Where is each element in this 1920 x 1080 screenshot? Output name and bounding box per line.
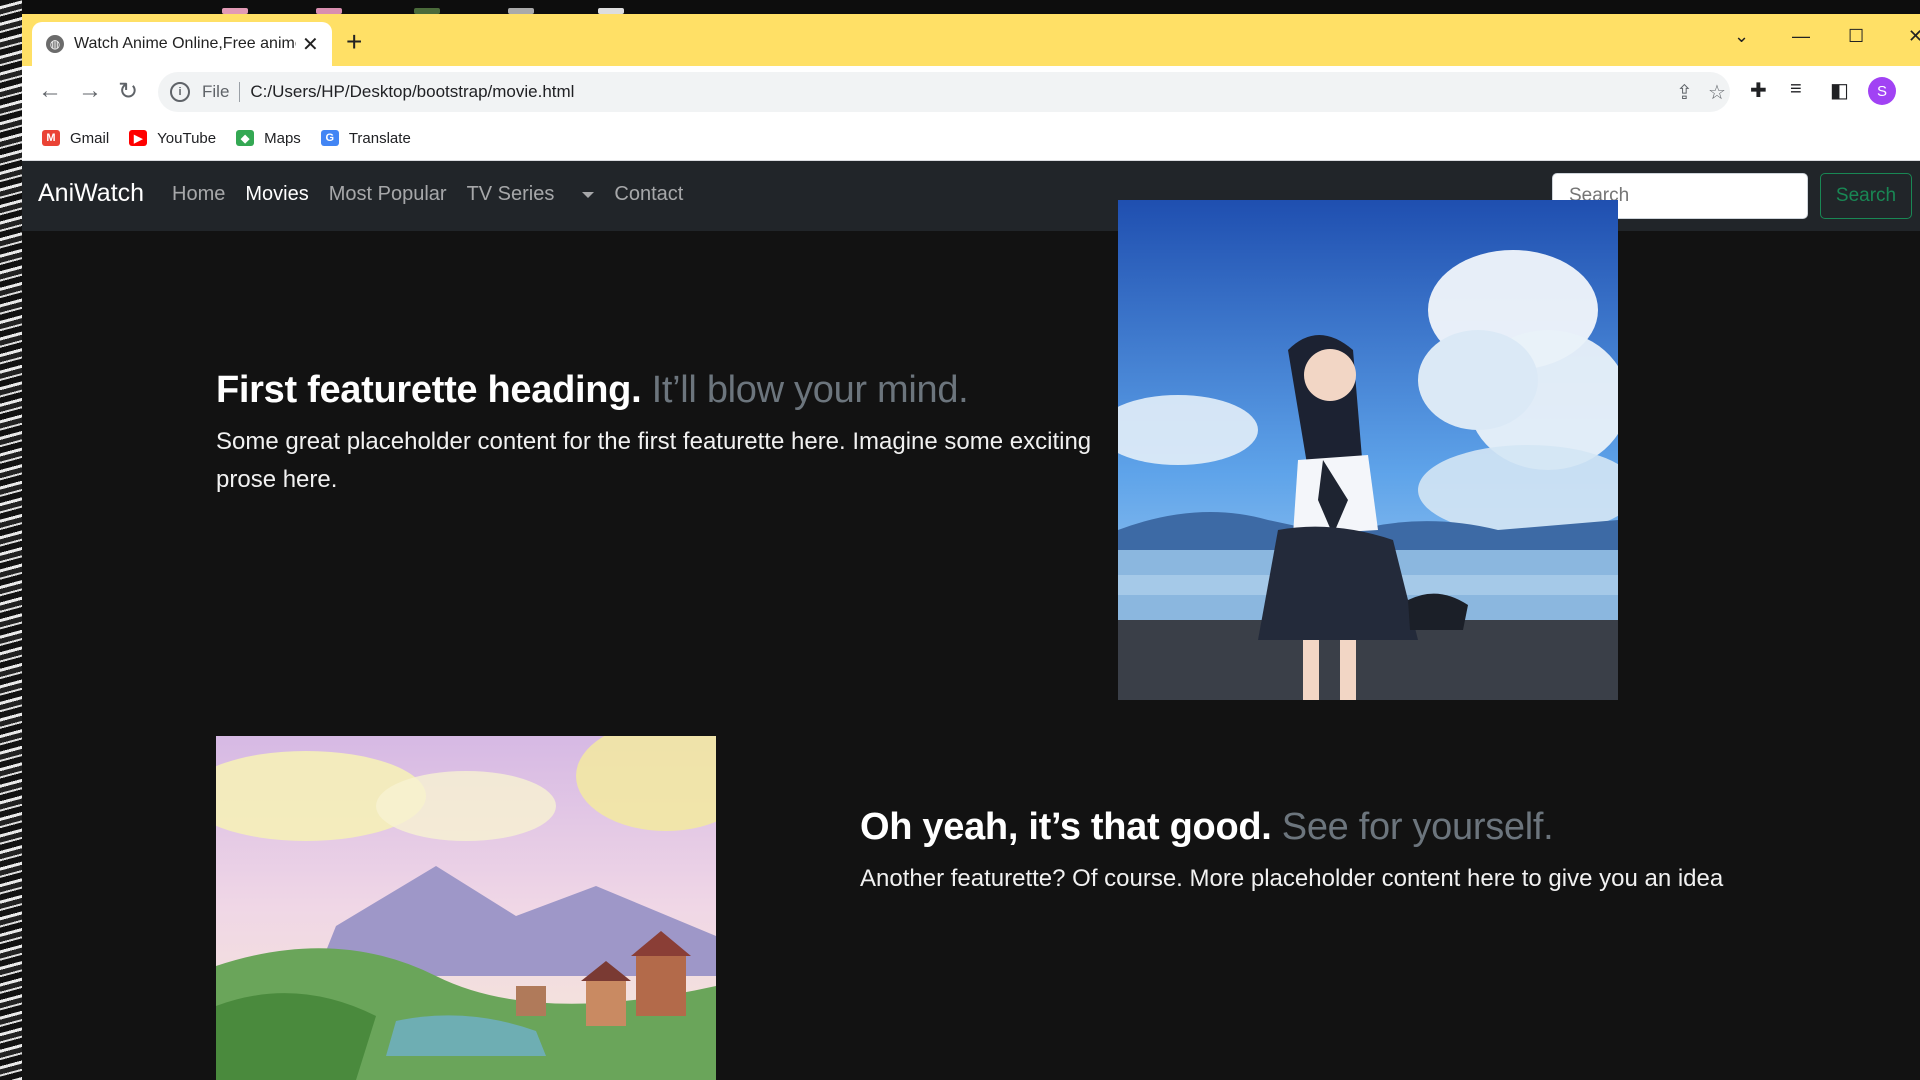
maximize-icon[interactable]: ☐ [1848,26,1864,47]
url-scheme: File [202,82,230,101]
nav-link-movies[interactable]: Movies [245,183,308,206]
forward-icon[interactable]: → [78,77,102,105]
reload-icon[interactable]: ↻ [118,77,138,106]
maps-icon: ◆ [236,130,255,146]
search-button[interactable]: Search [1820,173,1912,219]
bookmark-maps[interactable]: ◆ Maps [236,130,301,147]
site-info-icon[interactable]: i [170,82,190,102]
nav-links: Home Movies Most Popular TV Series Conta… [172,183,703,206]
translate-icon: G [320,130,339,146]
featurette-lead: Another featurette? Of course. More plac… [860,860,1723,898]
bookmark-label: YouTube [157,129,217,147]
address-bar[interactable]: i File C:/Users/HP/Desktop/bootstrap/mov… [158,72,1730,112]
site-navbar: AniWatch Home Movies Most Popular TV Ser… [22,161,1920,231]
anime-girl-illustration [1118,200,1618,700]
tab-strip: ◍ Watch Anime Online,Free anime ✕ + ⌄ — … [22,14,1920,66]
bookmarks-bar: M Gmail ▶ YouTube ◆ Maps G Translate [22,116,1920,161]
bookmark-translate[interactable]: G Translate [320,129,411,147]
divider [239,82,241,102]
close-tab-icon[interactable]: ✕ [302,32,319,57]
bookmark-gmail[interactable]: M Gmail [42,130,109,147]
featurette-lead: Some great placeholder content for the f… [216,423,1091,499]
gmail-icon: M [42,130,60,146]
url-text[interactable]: C:/Users/HP/Desktop/bootstrap/movie.html [250,82,574,102]
featurette-lead-line: prose here. [216,466,338,493]
browser-window: ◍ Watch Anime Online,Free anime ✕ + ⌄ — … [22,14,1920,1080]
bookmark-youtube[interactable]: ▶ YouTube [129,130,216,147]
fantasy-landscape-illustration [216,736,716,1080]
nav-link-home[interactable]: Home [172,183,225,206]
featurette-heading-main: Oh yeah, it’s that good. [860,806,1272,848]
tab-title: Watch Anime Online,Free anime [74,35,296,52]
featurette-heading: First featurette heading. It’ll blow you… [216,369,969,412]
bookmark-label: Maps [264,129,301,147]
browser-toolbar: ← → ↻ i File C:/Users/HP/Desktop/bootstr… [22,66,1920,116]
nav-link-most-popular[interactable]: Most Popular [329,183,447,206]
featurette-heading: Oh yeah, it’s that good. See for yoursel… [860,806,1554,849]
caret-down-icon [582,191,595,198]
featurette-heading-muted: It’ll blow your mind. [651,369,969,411]
extensions-icon[interactable]: ✚ [1750,78,1767,103]
tab-search-icon[interactable]: ⌄ [1734,26,1749,47]
nav-dropdown-tv-series[interactable]: TV Series [467,183,595,206]
bookmark-star-icon[interactable]: ☆ [1708,80,1726,105]
minimize-icon[interactable]: — [1792,26,1810,47]
bookmark-label: Translate [348,129,411,147]
new-tab-icon[interactable]: + [346,28,362,56]
featurette-heading-muted: See for yourself. [1281,806,1554,848]
browser-tab[interactable]: ◍ Watch Anime Online,Free anime ✕ [32,22,332,66]
web-page: AniWatch Home Movies Most Popular TV Ser… [22,161,1920,1080]
featurette-image-fantasy-landscape [216,736,716,1080]
featurette-lead-line: Some great placeholder content for the f… [216,428,1092,455]
back-icon[interactable]: ← [38,77,62,105]
share-icon[interactable]: ⇪ [1676,80,1693,105]
site-brand[interactable]: AniWatch [38,179,144,208]
media-queue-icon[interactable]: ≡ [1790,78,1802,101]
nav-link-tv-series: TV Series [466,183,555,205]
bookmark-label: Gmail [70,129,110,147]
featurette-lead-line: Another featurette? Of course. More plac… [860,865,1724,892]
globe-icon: ◍ [46,35,64,53]
desktop-background [0,0,22,1080]
profile-avatar[interactable]: S [1868,77,1896,105]
youtube-icon: ▶ [129,130,148,146]
featurette-image-girl-by-sea [1118,200,1618,700]
nav-link-contact[interactable]: Contact [614,183,683,206]
desktop-taskbar-strip [0,0,1920,14]
featurette-heading-main: First featurette heading. [216,369,642,411]
close-window-icon[interactable]: ✕ [1908,26,1920,47]
side-panel-icon[interactable]: ◧ [1830,78,1849,103]
